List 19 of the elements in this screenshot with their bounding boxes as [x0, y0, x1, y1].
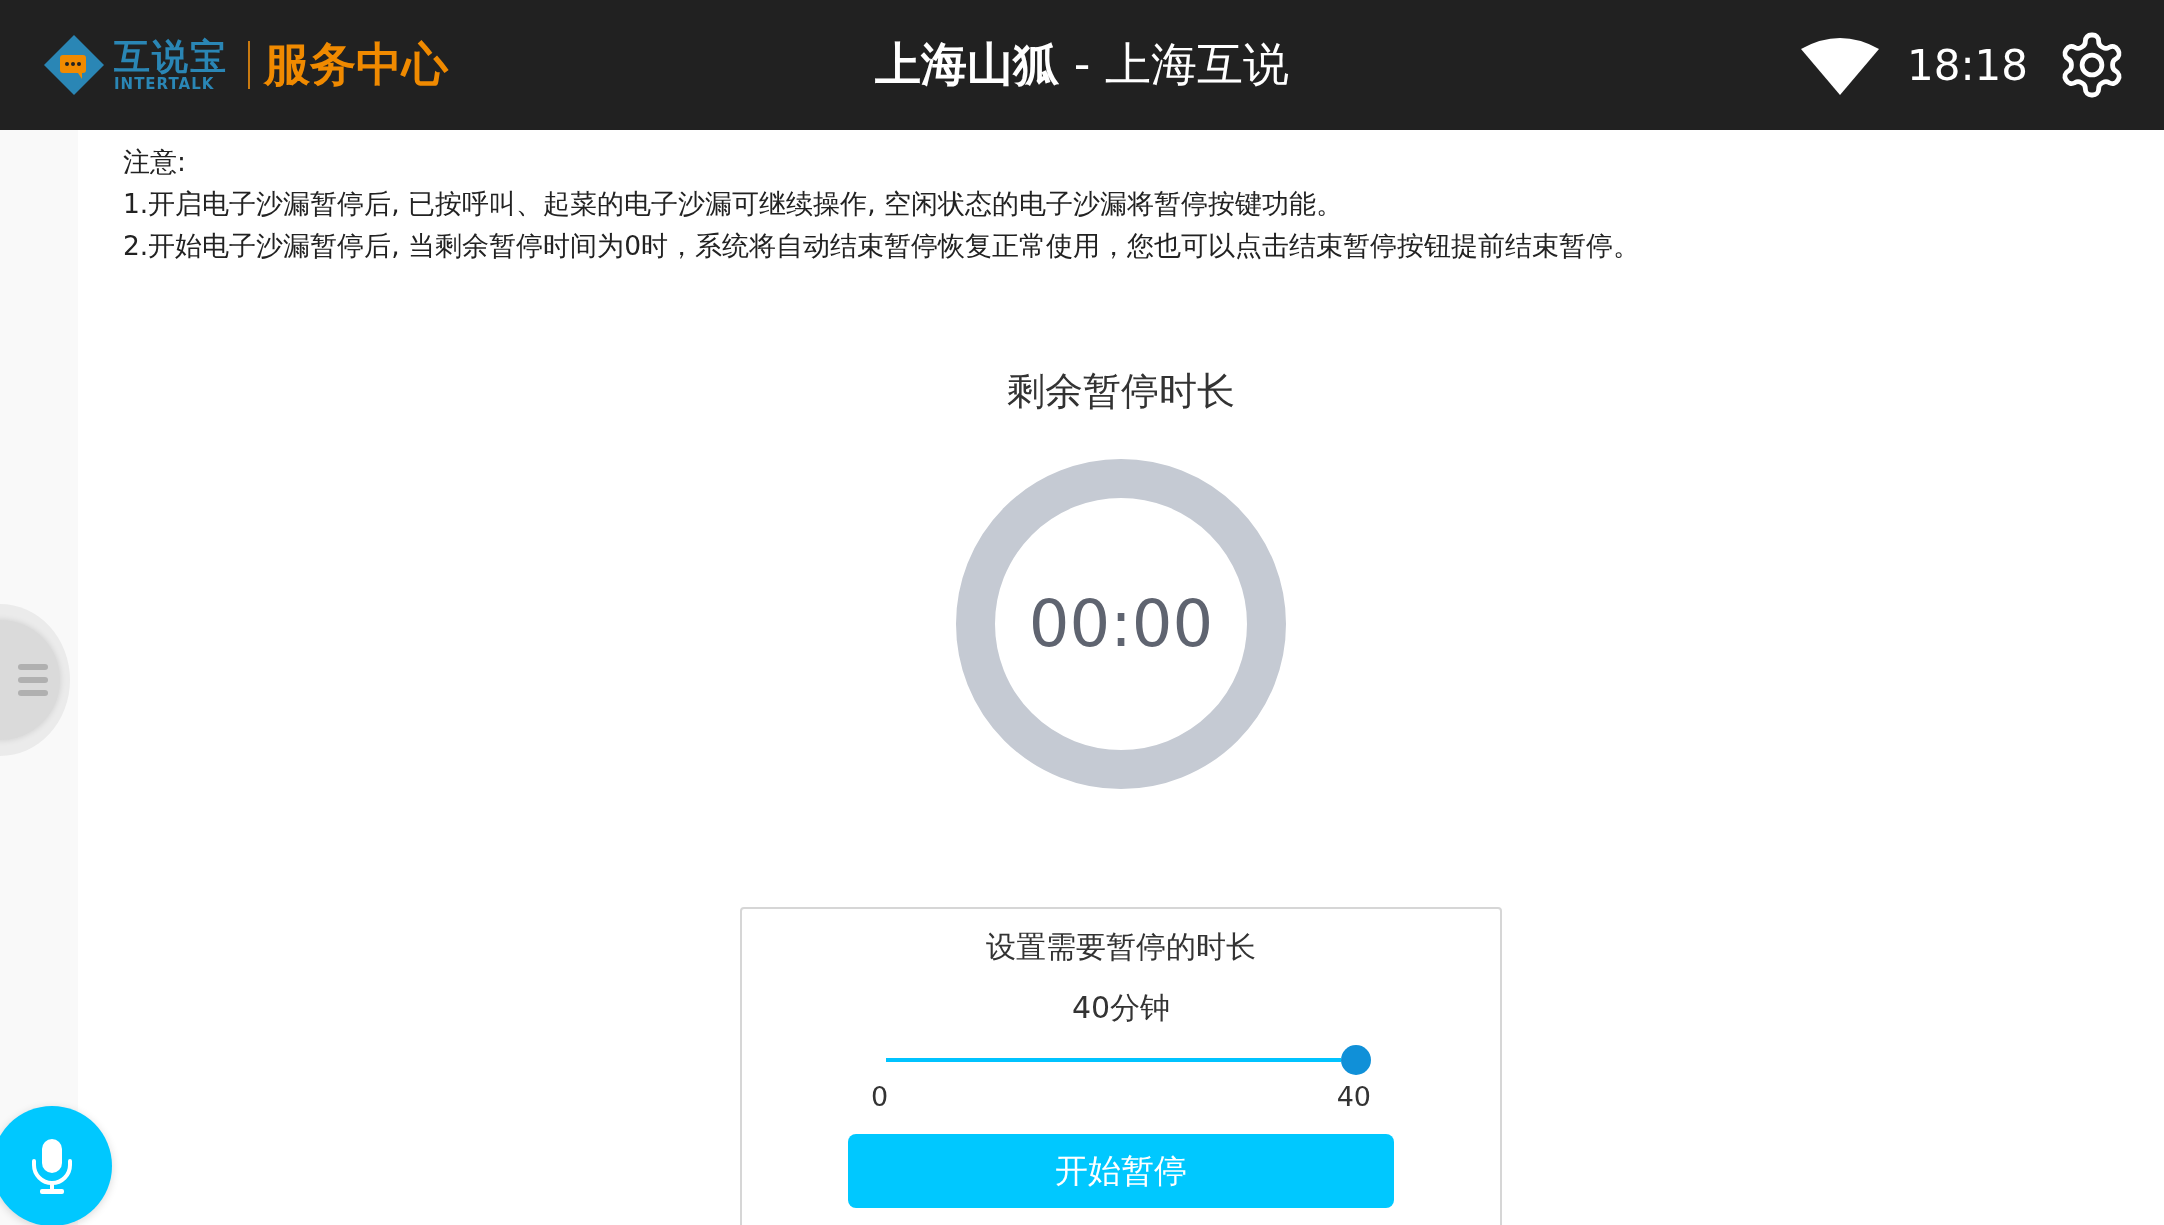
window-title: 上海山狐 - 上海互说 [875, 37, 1289, 91]
logo-icon [42, 33, 106, 97]
clock-time: 18:18 [1906, 40, 2028, 90]
logo-name: 互说宝 [114, 38, 228, 75]
slider-max: 40 [1336, 1081, 1371, 1112]
start-pause-button[interactable]: 开始暂停 [848, 1134, 1394, 1208]
duration-reading: 40分钟 [1071, 989, 1171, 1027]
section-title: 服务中心 [264, 36, 448, 93]
slider-min: 0 [871, 1081, 889, 1112]
microphone-icon [30, 1137, 74, 1195]
slider-thumb[interactable] [1341, 1045, 1371, 1075]
panel-title: 设置需要暂停的时长 [986, 928, 1256, 966]
notice-heading: 注意: [123, 145, 187, 179]
timer-value: 00:00 [1028, 587, 1214, 661]
timer-label: 剩余暂停时长 [1007, 368, 1235, 415]
notice-line: 1.开启电子沙漏暂停后, 已按呼叫、起菜的电子沙漏可继续操作, 空闲状态的电子沙漏将暂停按键功能。 [123, 187, 1344, 221]
logo-subtitle: INTERTALK [114, 76, 216, 92]
wifi-icon [1800, 35, 1879, 95]
notice-line: 2.开始电子沙漏暂停后, 当剩余暂停时间为0时，系统将自动结束暂停恢复正常使用，您也可以点击结束暂停按钮提前结束暂停。 [123, 229, 1641, 263]
